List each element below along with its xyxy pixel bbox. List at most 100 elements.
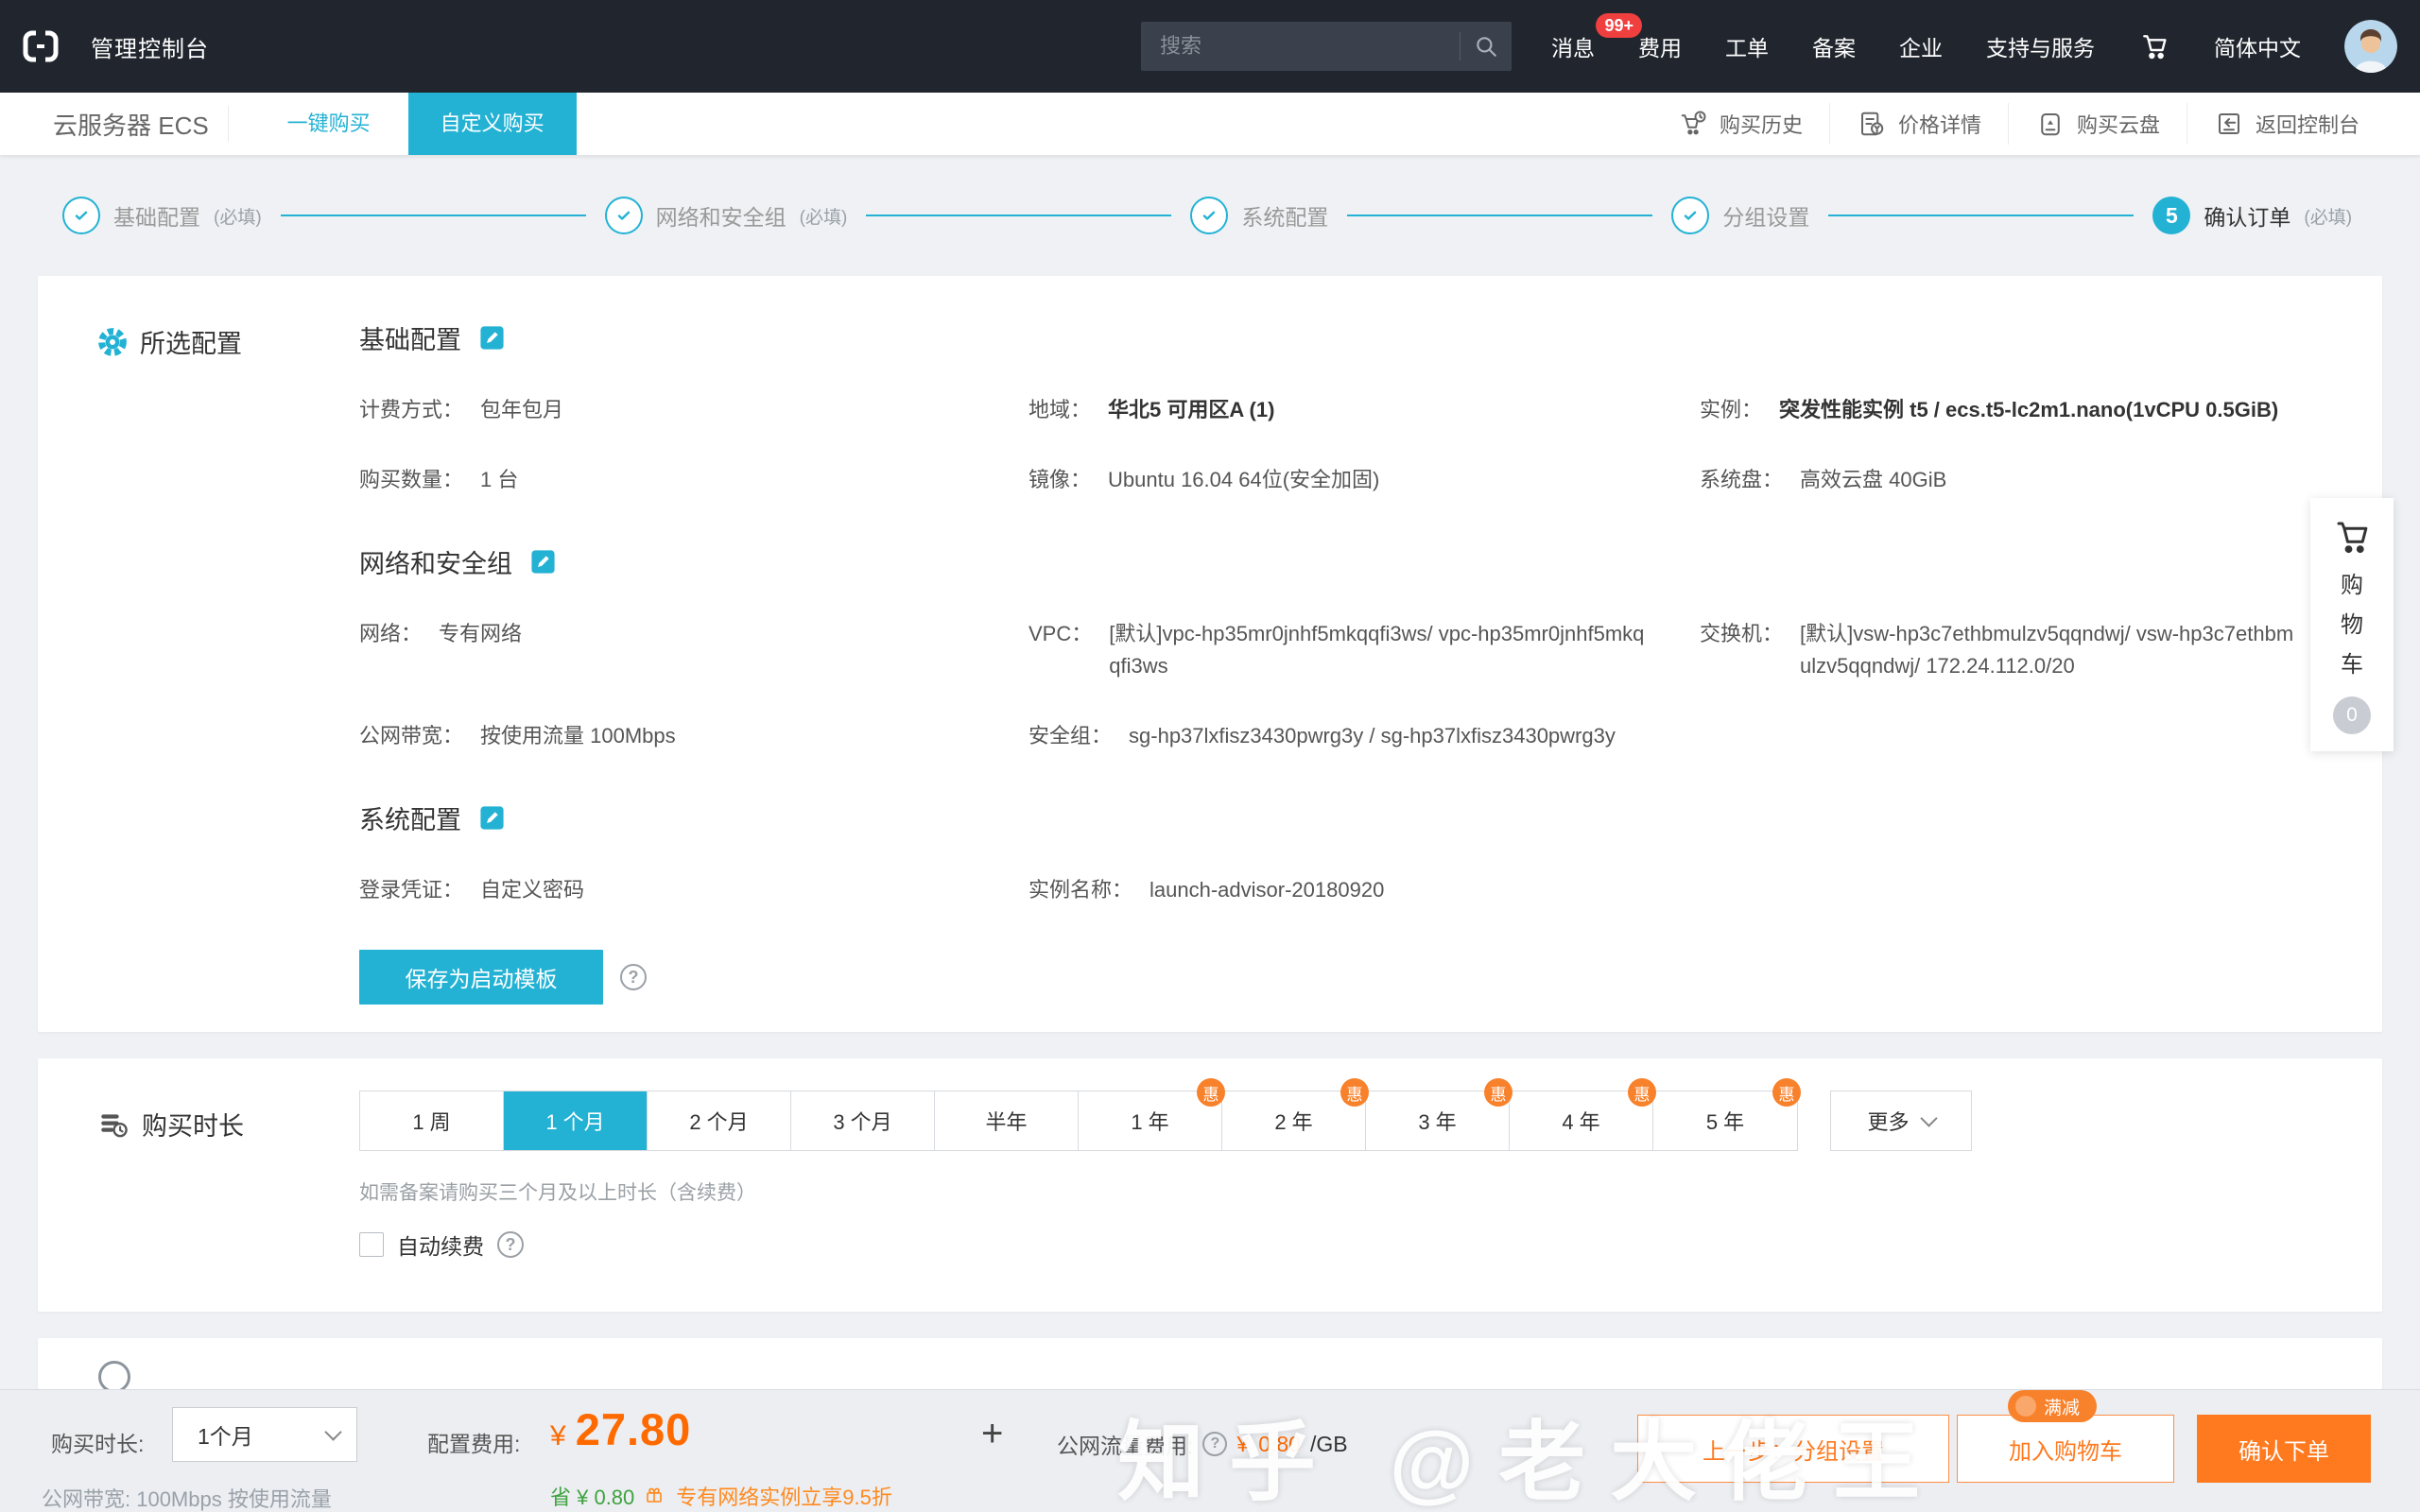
previous-step-button[interactable]: 上一步：分组设置	[1637, 1415, 1949, 1483]
steps-bar: 基础配置 (必填) 网络和安全组 (必填) 系统配置 分组设置 5	[0, 155, 2420, 276]
field-vpc: VPC： [默认]vpc-hp35mr0jnhf5mkqqfi3ws/ vpc-h…	[1028, 618, 1700, 682]
tab-custom-buy[interactable]: 自定义购买	[408, 93, 577, 155]
field-instance: 实例：突发性能实例 t5 / ecs.t5-lc2m1.nano(1vCPU 0…	[1700, 394, 2341, 426]
step-label: 网络和安全组	[656, 199, 786, 232]
nav-messages[interactable]: 消息 99+	[1551, 30, 1595, 62]
field-instance-name: 实例名称：launch-advisor-20180920	[1028, 874, 1700, 906]
help-icon[interactable]: ?	[620, 964, 647, 990]
topnav: 消息 99+ 费用 工单 备案 企业 支持与服务 简体中文	[1551, 20, 2401, 73]
selected-config-header: 所选配置	[96, 323, 242, 360]
field-login-credential: 登录凭证：自定义密码	[359, 874, 1028, 906]
duration-2-months[interactable]: 2 个月	[648, 1091, 791, 1150]
nav-messages-label: 消息	[1551, 30, 1595, 62]
avatar[interactable]	[2344, 20, 2397, 73]
shopping-cart-label: 购物车	[2340, 566, 2364, 685]
tab-quick-buy[interactable]: 一键购买	[250, 93, 408, 155]
step-confirm-order[interactable]: 5 确认订单 (必填)	[2152, 197, 2352, 234]
promo-tag-label: 满减	[2044, 1394, 2080, 1419]
step-check-icon	[1190, 197, 1228, 234]
edit-basic-config-icon[interactable]	[478, 324, 506, 352]
footer-duration-label: 购买时长:	[51, 1426, 144, 1458]
field-value: Ubuntu 16.04 64位(安全加固)	[1108, 464, 1379, 496]
save-launch-template-button[interactable]: 保存为启动模板	[359, 950, 603, 1005]
field-billing-method: 计费方式： 包年包月	[359, 394, 1028, 426]
field-value: [默认]vpc-hp35mr0jnhf5mkqqfi3ws/ vpc-hp35m…	[1109, 618, 1654, 682]
field-label: 安全组：	[1028, 720, 1112, 752]
next-section-card	[38, 1338, 2382, 1389]
step-network[interactable]: 网络和安全组 (必填)	[605, 197, 848, 234]
duration-3-years[interactable]: 3 年惠	[1366, 1091, 1510, 1150]
ecs-purchase-page: 管理控制台 消息 99+ 费用 工单 备案 企业 支持与服务	[0, 0, 2420, 1512]
purchase-history-button[interactable]: 购买历史	[1651, 103, 1829, 145]
step-suffix: (必填)	[2304, 203, 2352, 229]
field-value: 华北5 可用区A (1)	[1108, 394, 1274, 426]
field-value: 包年包月	[480, 394, 563, 426]
edit-network-config-icon[interactable]	[529, 548, 557, 576]
price-details-button[interactable]: 价格详情	[1829, 103, 2008, 145]
duration-more-dropdown[interactable]: 更多	[1830, 1091, 1972, 1151]
subbar: 云服务器 ECS 一键购买 自定义购买 购买历史 价格详情	[0, 93, 2420, 155]
field-value: [默认]vsw-hp3c7ethbmulzv5qqndwj/ vsw-hp3c7…	[1800, 618, 2295, 682]
duration-5-years[interactable]: 5 年惠	[1653, 1091, 1797, 1150]
traffic-fee-help-icon[interactable]: ?	[1202, 1432, 1227, 1456]
nav-enterprise[interactable]: 企业	[1899, 30, 1943, 62]
back-to-console-button[interactable]: 返回控制台	[2187, 103, 2386, 145]
step-basic-config[interactable]: 基础配置 (必填)	[62, 197, 262, 234]
field-value: 专有网络	[439, 618, 522, 650]
step-check-icon	[605, 197, 643, 234]
language-switcher[interactable]: 简体中文	[2214, 30, 2301, 62]
cart-count-badge: 0	[2333, 696, 2371, 734]
duration-1-week[interactable]: 1 周	[360, 1091, 504, 1150]
duration-1-month[interactable]: 1 个月	[504, 1091, 648, 1150]
field-security-group: 安全组：sg-hp37lxfisz3430pwrg3y / sg-hp37lxf…	[1028, 720, 1700, 752]
duration-note: 如需备案请购买三个月及以上时长（含续费）	[359, 1177, 2341, 1206]
auto-renew-checkbox[interactable]	[359, 1232, 384, 1257]
duration-4-years[interactable]: 4 年惠	[1510, 1091, 1653, 1150]
duration-header: 购买时长	[96, 1106, 244, 1143]
step-suffix: (必填)	[214, 203, 262, 229]
duration-half-year[interactable]: 半年	[935, 1091, 1079, 1150]
nav-tickets[interactable]: 工单	[1725, 30, 1769, 62]
field-value: 按使用流量 100Mbps	[480, 720, 676, 752]
confirm-order-button[interactable]: 确认下单	[2197, 1415, 2371, 1483]
traffic-fee-unit: /GB	[1310, 1432, 1348, 1457]
duration-1-year[interactable]: 1 年惠	[1079, 1091, 1222, 1150]
alibaba-cloud-logo-icon[interactable]	[23, 29, 59, 63]
shopping-cart-icon	[2330, 517, 2374, 557]
nav-billing[interactable]: 费用	[1638, 30, 1682, 62]
field-label: 交换机：	[1700, 618, 1783, 650]
system-config-title: 系统配置	[359, 799, 461, 836]
back-to-console-label: 返回控制台	[2256, 109, 2360, 139]
step-grouping[interactable]: 分组设置	[1671, 197, 1809, 234]
shopping-cart-panel[interactable]: 购物车 0	[2310, 498, 2394, 751]
add-to-cart-button[interactable]: 加入购物车	[1957, 1415, 2174, 1483]
nav-icp-filing[interactable]: 备案	[1812, 30, 1856, 62]
traffic-fee-row: 公网流量费用: ? ¥ 0.80 /GB	[1057, 1428, 1348, 1460]
step-system-config[interactable]: 系统配置	[1190, 197, 1328, 234]
duration-more-label: 更多	[1867, 1106, 1909, 1136]
footer-duration-select[interactable]: 1个月	[172, 1407, 357, 1462]
auto-renew-help-icon[interactable]: ?	[497, 1231, 524, 1258]
price-details-label: 价格详情	[1898, 109, 1981, 139]
duration-main: 1 周 1 个月 2 个月 3 个月 半年 1 年惠 2 年惠 3 年惠 4 年…	[359, 1091, 2341, 1261]
field-label: 计费方式：	[359, 394, 463, 426]
gift-icon	[644, 1485, 666, 1507]
duration-2-years[interactable]: 2 年惠	[1222, 1091, 1366, 1150]
topbar-search	[1141, 22, 1512, 71]
footer-duration-value: 1个月	[198, 1418, 253, 1451]
field-label: VPC：	[1028, 618, 1092, 650]
search-icon[interactable]	[1474, 34, 1498, 59]
cart-icon[interactable]	[2138, 31, 2170, 61]
topbar: 管理控制台 消息 99+ 费用 工单 备案 企业 支持与服务	[0, 0, 2420, 93]
field-value: 突发性能实例 t5 / ecs.t5-lc2m1.nano(1vCPU 0.5G…	[1779, 394, 2278, 426]
savings-amount: 省 ¥ 0.80	[550, 1481, 634, 1511]
edit-system-config-icon[interactable]	[478, 804, 506, 832]
search-input[interactable]	[1158, 33, 1452, 60]
promo-tag: 满减	[2008, 1390, 2097, 1422]
step-connector	[1828, 215, 2134, 216]
buy-disk-button[interactable]: 购买云盘	[2008, 103, 2187, 145]
gear-icon	[96, 326, 129, 358]
duration-3-months[interactable]: 3 个月	[791, 1091, 935, 1150]
nav-support[interactable]: 支持与服务	[1986, 30, 2095, 62]
console-title[interactable]: 管理控制台	[91, 30, 209, 63]
